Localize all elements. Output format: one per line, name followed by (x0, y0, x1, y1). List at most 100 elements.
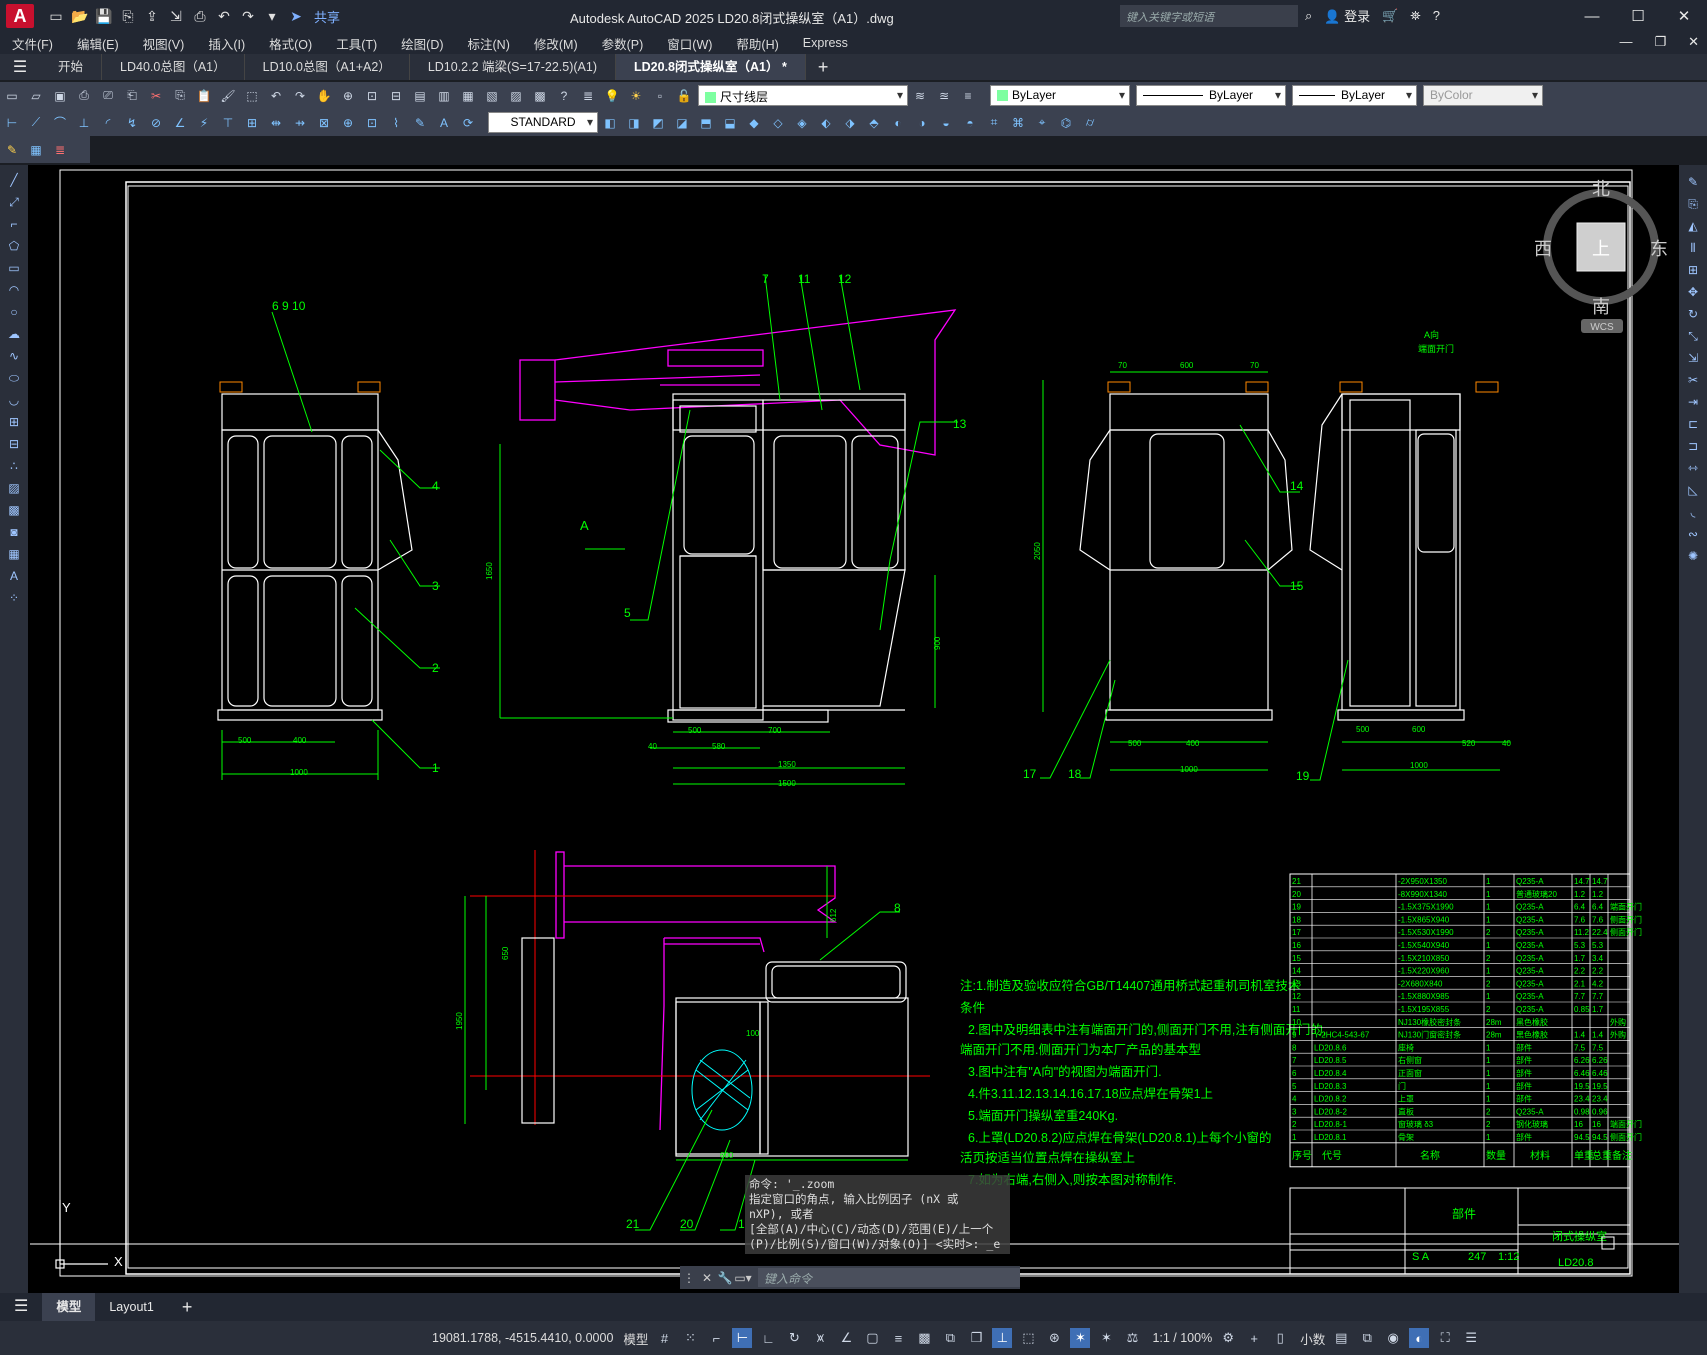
view-back-icon[interactable]: ◨ (624, 113, 644, 133)
selection-filter-icon[interactable]: ⬚ (1018, 1328, 1038, 1348)
plot-icon[interactable]: ⎙ (74, 86, 94, 106)
annotation-scale-icon[interactable]: ⚖ (1122, 1328, 1142, 1348)
autocad-logo[interactable]: A (6, 4, 34, 28)
orbit-icon[interactable]: ⬘ (864, 113, 884, 133)
snap-icon[interactable]: ⁙ (680, 1328, 700, 1348)
paste-icon[interactable]: 📋 (194, 86, 214, 106)
undo-icon[interactable]: ↶ (266, 86, 286, 106)
view-bottom-icon[interactable]: ⬓ (720, 113, 740, 133)
lineweight-dropdown[interactable]: ByLayer (1292, 85, 1417, 106)
close-button[interactable]: ✕ (1661, 0, 1707, 32)
coordinate-readout[interactable]: 19081.1788, -4515.4410, 0.0000 (432, 1331, 613, 1345)
plotstyle-dropdown[interactable]: ByColor (1423, 85, 1543, 106)
maximize-button[interactable]: ☐ (1615, 0, 1661, 32)
polar-tracking-icon[interactable]: ↻ (784, 1328, 804, 1348)
layer-states-icon[interactable]: ≡ (958, 86, 978, 106)
menu-modify[interactable]: 修改(M) (522, 34, 590, 53)
region-icon[interactable]: ◙ (4, 523, 24, 541)
tab-ld40[interactable]: LD40.0总图（A1） (102, 54, 245, 80)
rotate-icon[interactable]: ↻ (1683, 305, 1703, 323)
properties-icon[interactable]: ▤ (410, 86, 430, 106)
tab-start[interactable]: 开始 (40, 54, 103, 80)
revision-cloud-icon[interactable]: ☁ (4, 325, 24, 343)
dimension-update-icon[interactable]: ⟳ (458, 113, 478, 133)
view-right-icon[interactable]: ◪ (672, 113, 692, 133)
isolate-objects-icon[interactable]: ◉ (1383, 1328, 1403, 1348)
command-close-icon[interactable]: ✕ (698, 1271, 716, 1285)
menu-tools[interactable]: 工具(T) (324, 34, 389, 53)
command-grip-icon[interactable]: ⋮ (680, 1271, 698, 1285)
fillet-icon[interactable]: ◟ (1683, 503, 1703, 521)
transparency-icon[interactable]: ▩ (914, 1328, 934, 1348)
chamfer-icon[interactable]: ◺ (1683, 481, 1703, 499)
layer-freeze-icon[interactable]: ☀ (626, 86, 646, 106)
tab-ld20-8[interactable]: LD20.8闭式操纵室（A1） * (616, 54, 806, 80)
menu-format[interactable]: 格式(O) (257, 34, 324, 53)
view-top-icon[interactable]: ⬒ (696, 113, 716, 133)
object-snap-tracking-icon[interactable]: ∠ (836, 1328, 856, 1348)
view-sw-icon[interactable]: ◆ (744, 113, 764, 133)
arc-length-icon[interactable]: ⌒ (50, 113, 70, 133)
help-search-input[interactable]: 键入关键字或短语 (1120, 5, 1298, 27)
dynamic-input-icon[interactable]: ⊢ (732, 1328, 753, 1348)
rectangle-icon[interactable]: ▭ (4, 259, 24, 277)
polyline-icon[interactable]: ⌐ (4, 215, 24, 233)
tab-model[interactable]: 模型 (42, 1293, 96, 1321)
join-icon[interactable]: ⇿ (1683, 459, 1703, 477)
ucs-object-icon[interactable]: ⌭ (1080, 113, 1100, 133)
new-tab-icon[interactable]: + (806, 57, 841, 78)
new-icon[interactable]: ▭ (2, 86, 22, 106)
point-icon[interactable]: ∴ (4, 457, 24, 475)
share-button[interactable]: 共享 (314, 7, 340, 26)
quick-dimension-icon[interactable]: ⚡ (194, 113, 214, 133)
redo-icon[interactable]: ↷ (290, 86, 310, 106)
calculator-icon[interactable]: ▩ (530, 86, 550, 106)
jogged-icon[interactable]: ↯ (122, 113, 142, 133)
insert-table-icon[interactable]: ▦ (26, 140, 46, 160)
layer-viewport-icon[interactable]: ▫ (650, 86, 670, 106)
menu-edit[interactable]: 编辑(E) (65, 34, 131, 53)
view-ne-icon[interactable]: ◈ (792, 113, 812, 133)
make-block-icon[interactable]: ⊟ (4, 435, 24, 453)
layer-properties-icon[interactable]: ≣ (578, 86, 598, 106)
scale-icon[interactable]: ⤡ (1683, 327, 1703, 345)
ellipse-icon[interactable]: ⬭ (4, 369, 24, 387)
units-icon[interactable]: ▯ (1270, 1328, 1290, 1348)
auto-scale-icon[interactable]: ✶ (1096, 1328, 1116, 1348)
break-at-point-icon[interactable]: ⊏ (1683, 415, 1703, 433)
viewcube-south[interactable]: 南 (1592, 297, 1610, 317)
arc-icon[interactable]: ◠ (4, 281, 24, 299)
menu-express[interactable]: Express (791, 36, 860, 50)
circle-icon[interactable]: ○ (4, 303, 24, 321)
stretch-icon[interactable]: ⇲ (1683, 349, 1703, 367)
viewcube-north[interactable]: 北 (1592, 179, 1610, 199)
add-layout-icon[interactable]: + (168, 1293, 207, 1321)
menu-parametric[interactable]: 参数(P) (590, 34, 656, 53)
copy-object-icon[interactable]: ⎘ (1683, 195, 1703, 213)
ucs-world-icon[interactable]: ⌘ (1008, 113, 1028, 133)
cut-icon[interactable]: ✂ (146, 86, 166, 106)
save-icon[interactable]: 💾 (94, 6, 114, 26)
publish-icon[interactable]: ⎗ (122, 86, 142, 106)
lineweight-icon[interactable]: ≡ (888, 1328, 908, 1348)
menu-draw[interactable]: 绘图(D) (389, 34, 455, 53)
insert-block-icon[interactable]: ⊞ (4, 413, 24, 431)
lock-ui-icon[interactable]: ⧉ (1357, 1328, 1377, 1348)
dimension-break-icon[interactable]: ⇸ (290, 113, 310, 133)
visual-style-realistic-icon[interactable]: ◒ (936, 113, 956, 133)
construction-line-icon[interactable]: ⤢ (4, 193, 24, 211)
line-icon[interactable]: ╱ (4, 171, 24, 189)
login-button[interactable]: 👤 登录 (1324, 6, 1370, 25)
copy-icon[interactable]: ⎘ (170, 86, 190, 106)
design-center-icon[interactable]: ▥ (434, 86, 454, 106)
layer-lock-icon[interactable]: 🔓 (674, 86, 694, 106)
inspection-icon[interactable]: ⊡ (362, 113, 382, 133)
break-icon[interactable]: ⊐ (1683, 437, 1703, 455)
plot-preview-icon[interactable]: ⎚ (98, 86, 118, 106)
annotation-visibility-icon[interactable]: ✶ (1070, 1328, 1091, 1348)
object-snap-icon[interactable]: ▢ (862, 1328, 882, 1348)
web-save-icon[interactable]: ⇪ (142, 6, 162, 26)
tab-layout1[interactable]: Layout1 (95, 1293, 167, 1321)
layout-menu-icon[interactable]: ☰ (0, 1293, 42, 1321)
blend-curves-icon[interactable]: ∾ (1683, 525, 1703, 543)
